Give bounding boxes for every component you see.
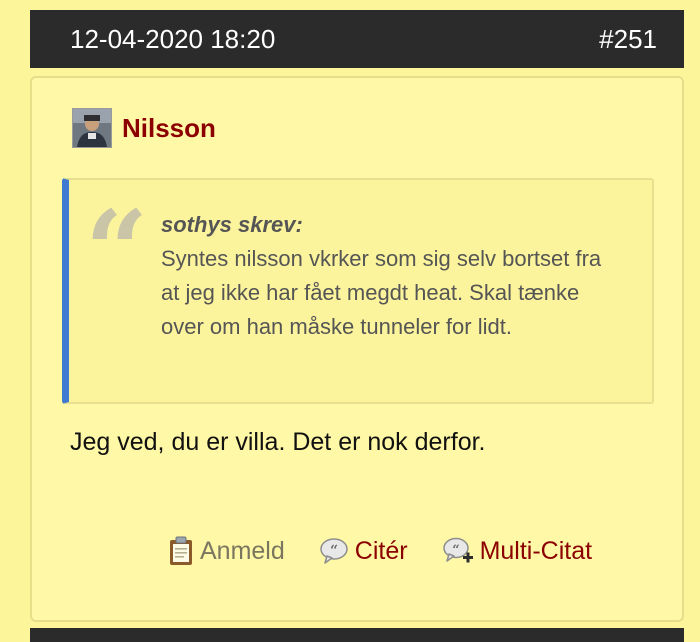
report-label: Anmeld <box>200 536 285 565</box>
post-card: Nilsson “ sothys skrev: Syntes nilsson v… <box>30 76 684 622</box>
svg-text:“: “ <box>330 543 338 559</box>
multiquote-label: Multi-Citat <box>479 536 593 565</box>
forum-post-page: 12-04-2020 18:20 #251 Nilsson “ sothys s… <box>0 0 700 642</box>
quote-body: sothys skrev: Syntes nilsson vkrker som … <box>161 208 621 344</box>
post-header-bar: 12-04-2020 18:20 #251 <box>30 10 684 68</box>
author-row: Nilsson <box>72 108 216 148</box>
quote-mark-icon: “ <box>85 186 149 315</box>
report-button[interactable]: Anmeld <box>168 536 285 566</box>
speech-bubble-icon: “ <box>319 537 349 565</box>
next-post-header-bar <box>30 628 684 642</box>
clipboard-icon <box>168 536 194 566</box>
avatar[interactable] <box>72 108 112 148</box>
post-number-link[interactable]: #251 <box>599 24 657 55</box>
post-actions: Anmeld “ Citér “ Multi-Citat <box>168 536 592 566</box>
quote-block: “ sothys skrev: Syntes nilsson vkrker so… <box>62 178 654 404</box>
quote-text: Syntes nilsson vkrker som sig selv borts… <box>161 246 602 339</box>
quote-button[interactable]: “ Citér <box>319 537 408 566</box>
author-name-link[interactable]: Nilsson <box>122 113 216 144</box>
quote-author[interactable]: sothys skrev: <box>161 208 621 242</box>
quote-label: Citér <box>354 536 408 565</box>
speech-bubble-plus-icon: “ <box>442 536 474 566</box>
post-date: 12-04-2020 18:20 <box>70 23 276 54</box>
svg-text:“: “ <box>452 543 459 558</box>
multiquote-button[interactable]: “ Multi-Citat <box>442 536 593 566</box>
post-message: Jeg ved, du er villa. Det er nok derfor. <box>70 428 486 456</box>
